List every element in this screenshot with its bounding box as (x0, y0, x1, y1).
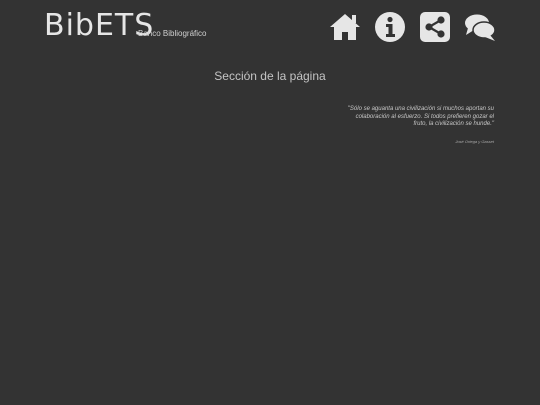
chat-icon (465, 14, 496, 41)
quote-author: José Ortega y Gasset (455, 139, 494, 144)
info-button[interactable] (373, 10, 407, 44)
chat-button[interactable] (463, 10, 497, 44)
site-header: BibETS Banco Bibliográfico (0, 0, 540, 55)
share-button[interactable] (418, 10, 452, 44)
home-button[interactable] (328, 10, 362, 44)
page-section-title: Sección de la página (214, 69, 326, 83)
share-icon (420, 12, 450, 42)
info-icon (375, 12, 405, 42)
home-icon (330, 14, 360, 40)
top-nav (0, 10, 540, 46)
quote-text: "Sólo se aguanta una civilización si muc… (347, 106, 494, 127)
